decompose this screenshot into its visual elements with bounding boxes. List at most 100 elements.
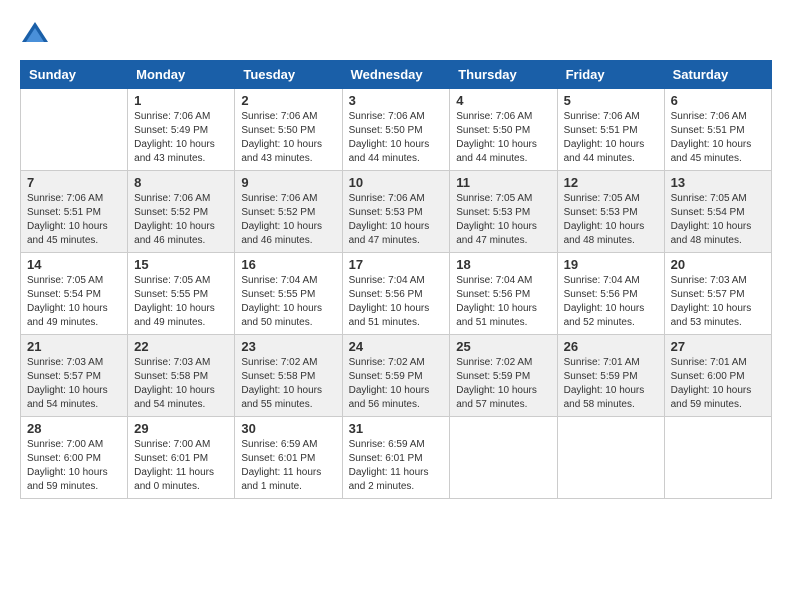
calendar-cell: 14 Sunrise: 7:05 AMSunset: 5:54 PMDayligh…	[21, 253, 128, 335]
day-info: Sunrise: 7:02 AMSunset: 5:59 PMDaylight:…	[456, 356, 550, 412]
day-info: Sunrise: 7:04 AMSunset: 5:55 PMDaylight:…	[241, 274, 335, 330]
day-info: Sunrise: 7:06 AMSunset: 5:50 PMDaylight:…	[241, 110, 335, 166]
calendar-week-row: 7 Sunrise: 7:06 AMSunset: 5:51 PMDaylight…	[21, 171, 772, 253]
day-number: 28	[27, 421, 121, 436]
calendar-cell: 20 Sunrise: 7:03 AMSunset: 5:57 PMDayligh…	[664, 253, 771, 335]
day-info: Sunrise: 7:05 AMSunset: 5:53 PMDaylight:…	[564, 192, 658, 248]
calendar-cell: 10 Sunrise: 7:06 AMSunset: 5:53 PMDayligh…	[342, 171, 450, 253]
calendar-cell: 9 Sunrise: 7:06 AMSunset: 5:52 PMDaylight…	[235, 171, 342, 253]
calendar-cell: 31Sunrise: 6:59 AMSunset: 6:01 PMDayligh…	[342, 417, 450, 499]
header-day-monday: Monday	[128, 61, 235, 89]
day-info: Sunrise: 7:04 AMSunset: 5:56 PMDaylight:…	[456, 274, 550, 330]
day-info: Sunrise: 7:00 AMSunset: 6:00 PMDaylight:…	[27, 438, 121, 494]
day-number: 24	[349, 339, 444, 354]
calendar-table: SundayMondayTuesdayWednesdayThursdayFrid…	[20, 60, 772, 499]
calendar-header: SundayMondayTuesdayWednesdayThursdayFrid…	[21, 61, 772, 89]
day-info: Sunrise: 7:01 AMSunset: 5:59 PMDaylight:…	[564, 356, 658, 412]
day-number: 31	[349, 421, 444, 436]
calendar-week-row: 28 Sunrise: 7:00 AMSunset: 6:00 PMDayligh…	[21, 417, 772, 499]
day-info: Sunrise: 7:06 AMSunset: 5:50 PMDaylight:…	[456, 110, 550, 166]
calendar-cell: 23 Sunrise: 7:02 AMSunset: 5:58 PMDayligh…	[235, 335, 342, 417]
day-number: 30	[241, 421, 335, 436]
calendar-cell	[557, 417, 664, 499]
day-info: Sunrise: 7:00 AMSunset: 6:01 PMDaylight:…	[134, 438, 228, 494]
header-day-friday: Friday	[557, 61, 664, 89]
calendar-cell: 6 Sunrise: 7:06 AMSunset: 5:51 PMDaylight…	[664, 89, 771, 171]
day-number: 18	[456, 257, 550, 272]
calendar-cell: 3Sunrise: 7:06 AMSunset: 5:50 PMDaylight…	[342, 89, 450, 171]
day-number: 10	[349, 175, 444, 190]
calendar-cell: 25 Sunrise: 7:02 AMSunset: 5:59 PMDayligh…	[450, 335, 557, 417]
day-info: Sunrise: 7:03 AMSunset: 5:57 PMDaylight:…	[27, 356, 121, 412]
day-info: Sunrise: 7:04 AMSunset: 5:56 PMDaylight:…	[564, 274, 658, 330]
day-number: 13	[671, 175, 765, 190]
day-info: Sunrise: 7:03 AMSunset: 5:58 PMDaylight:…	[134, 356, 228, 412]
logo	[20, 20, 54, 50]
day-info: Sunrise: 7:06 AMSunset: 5:49 PMDaylight:…	[134, 110, 228, 166]
calendar-cell: 21Sunrise: 7:03 AMSunset: 5:57 PMDayligh…	[21, 335, 128, 417]
day-info: Sunrise: 7:05 AMSunset: 5:54 PMDaylight:…	[27, 274, 121, 330]
header-day-saturday: Saturday	[664, 61, 771, 89]
day-number: 8	[134, 175, 228, 190]
calendar-cell: 13 Sunrise: 7:05 AMSunset: 5:54 PMDayligh…	[664, 171, 771, 253]
day-number: 5	[564, 93, 658, 108]
day-info: Sunrise: 7:06 AMSunset: 5:50 PMDaylight:…	[349, 110, 444, 166]
calendar-week-row: 21Sunrise: 7:03 AMSunset: 5:57 PMDayligh…	[21, 335, 772, 417]
day-info: Sunrise: 7:05 AMSunset: 5:54 PMDaylight:…	[671, 192, 765, 248]
header-day-sunday: Sunday	[21, 61, 128, 89]
calendar-cell: 26 Sunrise: 7:01 AMSunset: 5:59 PMDayligh…	[557, 335, 664, 417]
calendar-cell: 28 Sunrise: 7:00 AMSunset: 6:00 PMDayligh…	[21, 417, 128, 499]
calendar-cell: 11 Sunrise: 7:05 AMSunset: 5:53 PMDayligh…	[450, 171, 557, 253]
calendar-cell: 18 Sunrise: 7:04 AMSunset: 5:56 PMDayligh…	[450, 253, 557, 335]
day-info: Sunrise: 7:06 AMSunset: 5:51 PMDaylight:…	[27, 192, 121, 248]
day-number: 14	[27, 257, 121, 272]
day-number: 20	[671, 257, 765, 272]
calendar-week-row: 14 Sunrise: 7:05 AMSunset: 5:54 PMDayligh…	[21, 253, 772, 335]
header-day-wednesday: Wednesday	[342, 61, 450, 89]
calendar-cell: 22 Sunrise: 7:03 AMSunset: 5:58 PMDayligh…	[128, 335, 235, 417]
day-number: 16	[241, 257, 335, 272]
day-info: Sunrise: 7:05 AMSunset: 5:53 PMDaylight:…	[456, 192, 550, 248]
day-number: 7	[27, 175, 121, 190]
day-info: Sunrise: 7:03 AMSunset: 5:57 PMDaylight:…	[671, 274, 765, 330]
day-number: 15	[134, 257, 228, 272]
day-info: Sunrise: 7:06 AMSunset: 5:52 PMDaylight:…	[241, 192, 335, 248]
day-number: 6	[671, 93, 765, 108]
calendar-cell: 30 Sunrise: 6:59 AMSunset: 6:01 PMDayligh…	[235, 417, 342, 499]
header-day-tuesday: Tuesday	[235, 61, 342, 89]
calendar-cell	[664, 417, 771, 499]
calendar-week-row: 1Sunrise: 7:06 AMSunset: 5:49 PMDaylight…	[21, 89, 772, 171]
day-number: 17	[349, 257, 444, 272]
day-info: Sunrise: 7:02 AMSunset: 5:58 PMDaylight:…	[241, 356, 335, 412]
calendar-cell: 16 Sunrise: 7:04 AMSunset: 5:55 PMDayligh…	[235, 253, 342, 335]
day-number: 4	[456, 93, 550, 108]
day-info: Sunrise: 7:05 AMSunset: 5:55 PMDaylight:…	[134, 274, 228, 330]
calendar-cell: 17 Sunrise: 7:04 AMSunset: 5:56 PMDayligh…	[342, 253, 450, 335]
day-info: Sunrise: 7:01 AMSunset: 6:00 PMDaylight:…	[671, 356, 765, 412]
day-number: 22	[134, 339, 228, 354]
calendar-cell	[21, 89, 128, 171]
day-number: 11	[456, 175, 550, 190]
calendar-cell: 8 Sunrise: 7:06 AMSunset: 5:52 PMDaylight…	[128, 171, 235, 253]
day-info: Sunrise: 7:06 AMSunset: 5:51 PMDaylight:…	[671, 110, 765, 166]
calendar-cell: 4 Sunrise: 7:06 AMSunset: 5:50 PMDaylight…	[450, 89, 557, 171]
day-info: Sunrise: 7:06 AMSunset: 5:52 PMDaylight:…	[134, 192, 228, 248]
day-info: Sunrise: 7:06 AMSunset: 5:51 PMDaylight:…	[564, 110, 658, 166]
day-number: 26	[564, 339, 658, 354]
calendar-cell: 15 Sunrise: 7:05 AMSunset: 5:55 PMDayligh…	[128, 253, 235, 335]
calendar-cell: 24 Sunrise: 7:02 AMSunset: 5:59 PMDayligh…	[342, 335, 450, 417]
header-day-thursday: Thursday	[450, 61, 557, 89]
header-row: SundayMondayTuesdayWednesdayThursdayFrid…	[21, 61, 772, 89]
day-number: 12	[564, 175, 658, 190]
day-number: 9	[241, 175, 335, 190]
day-number: 19	[564, 257, 658, 272]
calendar-body: 1Sunrise: 7:06 AMSunset: 5:49 PMDaylight…	[21, 89, 772, 499]
day-info: Sunrise: 6:59 AMSunset: 6:01 PMDaylight:…	[241, 438, 335, 494]
day-info: Sunrise: 7:02 AMSunset: 5:59 PMDaylight:…	[349, 356, 444, 412]
day-number: 25	[456, 339, 550, 354]
day-number: 23	[241, 339, 335, 354]
logo-icon	[20, 20, 50, 50]
page-header	[20, 20, 772, 50]
day-info: Sunrise: 7:06 AMSunset: 5:53 PMDaylight:…	[349, 192, 444, 248]
day-info: Sunrise: 7:04 AMSunset: 5:56 PMDaylight:…	[349, 274, 444, 330]
